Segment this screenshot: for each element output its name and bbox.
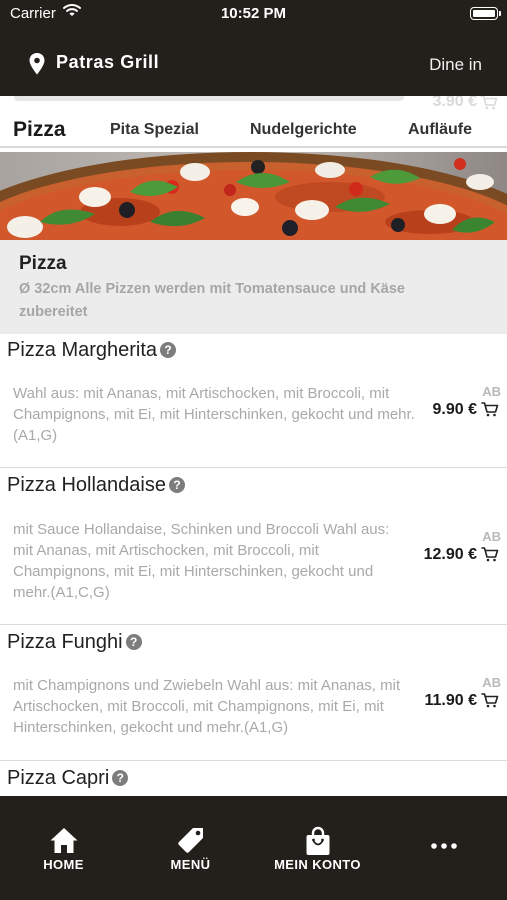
item-price: 12.90 € [423, 546, 477, 563]
item-price: 9.90 € [432, 401, 477, 418]
scrolled-item-remnant: 3.90 € [0, 96, 507, 112]
tab-more[interactable] [381, 796, 507, 900]
add-to-cart-icon[interactable] [481, 546, 499, 567]
add-to-cart-icon[interactable] [481, 401, 499, 422]
dine-in-toggle[interactable]: Dine in [429, 55, 482, 75]
app-header: Patras Grill Dine in [0, 30, 507, 96]
info-icon[interactable]: ? [168, 477, 185, 493]
status-bar: Carrier 10:52 PM [0, 0, 507, 30]
scrolled-item-price: 3.90 € [432, 96, 477, 110]
item-name-row: Pizza Funghi? [7, 631, 142, 654]
item-name: Pizza Funghi [7, 631, 123, 653]
home-icon [0, 826, 127, 856]
scrolled-item-text [14, 96, 404, 101]
item-name: Pizza Margherita [7, 339, 158, 361]
price-from-label: AB [482, 675, 501, 690]
item-name: Pizza Capri [7, 767, 110, 789]
menu-item[interactable]: Pizza Funghi? mit Champignons und Zwiebe… [0, 626, 507, 761]
item-name-row: Pizza Margherita? [7, 339, 177, 362]
tab-home[interactable]: HOME [0, 796, 127, 900]
item-description: mit Champignons und Zwiebeln Wahl aus: m… [13, 677, 401, 736]
category-title: Pizza [19, 253, 67, 274]
tab-auflaeufe[interactable]: Aufläufe [408, 121, 472, 139]
item-name-row: Pizza Capri? [7, 767, 129, 790]
price-from-label: AB [482, 384, 501, 399]
item-name: Pizza Hollandaise [7, 474, 166, 496]
item-price: 11.90 € [424, 692, 478, 709]
cart-icon [480, 96, 498, 112]
tab-home-label: HOME [43, 857, 84, 872]
category-header: Pizza Ø 32cm Alle Pizzen werden mit Toma… [0, 240, 507, 334]
tag-icon [127, 826, 254, 856]
tab-nudelgerichte[interactable]: Nudelgerichte [250, 121, 357, 139]
item-description: mit Sauce Hollandaise, Schinken und Broc… [13, 521, 390, 601]
info-icon[interactable]: ? [160, 342, 177, 358]
restaurant-title[interactable]: Patras Grill [56, 52, 159, 73]
category-tabs: Pizza Pita Spezial Nudelgerichte Aufläuf… [0, 112, 507, 148]
menu-item[interactable]: Pizza Margherita? Wahl aus: mit Ananas, … [0, 334, 507, 468]
more-icon [381, 826, 507, 856]
category-description: Ø 32cm Alle Pizzen werden mit Tomatensau… [19, 281, 405, 320]
tab-pizza[interactable]: Pizza [13, 118, 66, 142]
tab-menu[interactable]: MENÜ [127, 796, 254, 900]
item-name-row: Pizza Hollandaise? [7, 474, 185, 497]
add-to-cart-icon[interactable] [481, 692, 499, 713]
info-icon[interactable]: ? [112, 770, 129, 786]
tab-my-account-label: MEIN KONTO [274, 857, 361, 872]
location-pin-icon[interactable] [28, 52, 46, 81]
bottom-tab-bar: HOME MENÜ MEIN KONTO [0, 796, 507, 900]
tab-pita-spezial[interactable]: Pita Spezial [110, 121, 199, 139]
tab-my-account[interactable]: MEIN KONTO [254, 796, 381, 900]
menu-item[interactable]: Pizza Hollandaise? mit Sauce Hollandaise… [0, 469, 507, 625]
battery-icon [470, 7, 501, 20]
tab-menu-label: MENÜ [170, 857, 211, 872]
price-from-label: AB [482, 529, 501, 544]
pizza-banner-image [0, 152, 507, 240]
clock: 10:52 PM [220, 5, 287, 22]
shopping-bag-icon [254, 826, 381, 856]
item-description: Wahl aus: mit Ananas, mit Artischocken, … [13, 385, 415, 444]
info-icon[interactable]: ? [125, 634, 142, 650]
